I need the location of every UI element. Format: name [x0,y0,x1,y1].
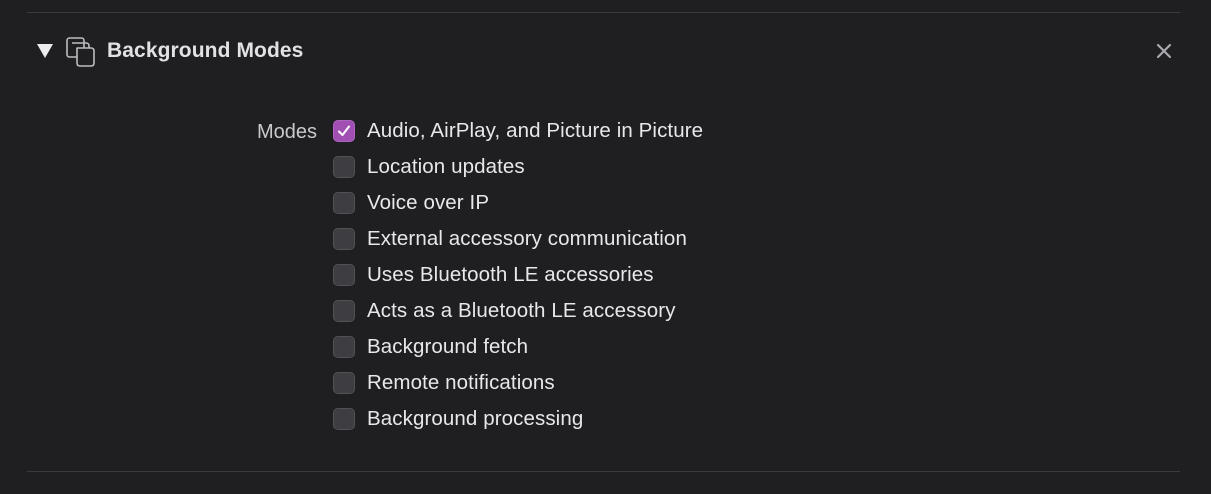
bottom-divider [27,471,1180,472]
checkbox-unchecked[interactable] [333,336,355,358]
mode-option-label: Audio, AirPlay, and Picture in Picture [367,119,704,142]
mode-option-label: External accessory communication [367,227,687,250]
mode-option-label: Remote notifications [367,371,555,394]
mode-option[interactable]: Background processing [333,401,703,437]
mode-option-label: Location updates [367,155,525,178]
checkbox-unchecked[interactable] [333,408,355,430]
close-icon[interactable] [1154,41,1174,61]
background-modes-header: Background Modes [0,30,1211,72]
checkbox-unchecked[interactable] [333,264,355,286]
mode-option-label: Background processing [367,407,584,430]
mode-option[interactable]: Audio, AirPlay, and Picture in Picture [333,113,703,149]
top-divider [27,12,1180,13]
checkbox-unchecked[interactable] [333,156,355,178]
modes-label: Modes [256,121,317,143]
mode-option-label: Uses Bluetooth LE accessories [367,263,654,286]
mode-option-label: Acts as a Bluetooth LE accessory [367,299,676,322]
checkbox-unchecked[interactable] [333,228,355,250]
modes-checkbox-list: Audio, AirPlay, and Picture in Picture Lo… [333,113,703,437]
disclosure-triangle-icon[interactable] [36,43,54,59]
section-title: Background Modes [107,39,304,62]
mode-option[interactable]: Background fetch [333,329,703,365]
checkbox-unchecked[interactable] [333,372,355,394]
checkmark-icon [338,125,350,136]
checkbox-unchecked[interactable] [333,192,355,214]
mode-option[interactable]: Uses Bluetooth LE accessories [333,257,703,293]
mode-option[interactable]: Remote notifications [333,365,703,401]
mode-option[interactable]: Acts as a Bluetooth LE accessory [333,293,703,329]
checkbox-checked[interactable] [333,120,355,142]
mode-option[interactable]: Voice over IP [333,185,703,221]
mode-option[interactable]: External accessory communication [333,221,703,257]
mode-option[interactable]: Location updates [333,149,703,185]
mode-option-label: Background fetch [367,335,529,358]
checkbox-unchecked[interactable] [333,300,355,322]
mode-option-label: Voice over IP [367,191,490,214]
background-modes-icon [64,35,98,69]
